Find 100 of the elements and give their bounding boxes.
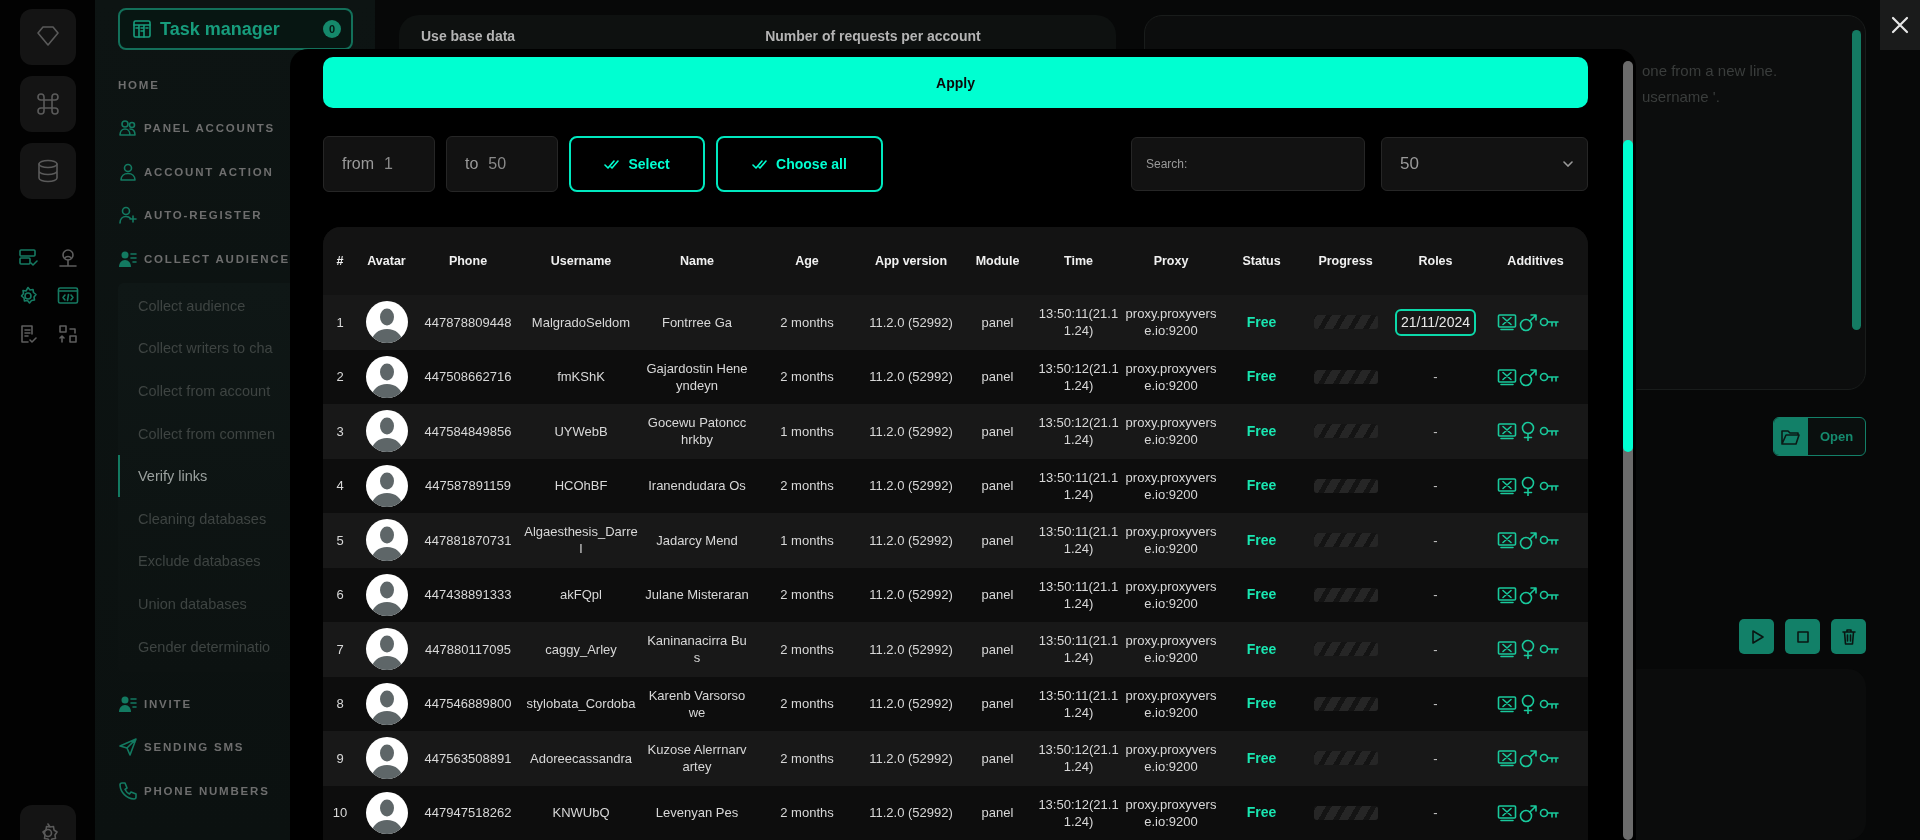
open-button[interactable]: Open: [1773, 417, 1866, 456]
swap-squares-icon[interactable]: [57, 324, 78, 344]
table-cell-text: 11.2.0 (52992): [868, 368, 954, 386]
table-cell: -: [1433, 749, 1438, 767]
code-window-icon[interactable]: [56, 286, 79, 306]
delete-button[interactable]: [1831, 619, 1866, 654]
page-size-dropdown[interactable]: 50: [1381, 137, 1588, 191]
column-header[interactable]: Phone: [416, 254, 520, 268]
range-from-field[interactable]: from 1: [323, 136, 435, 192]
table-cell-text: Kaninanacirra Bus: [646, 632, 748, 667]
column-header[interactable]: Age: [752, 254, 862, 268]
avatar-silhouette-icon: [365, 791, 408, 834]
menu-item[interactable]: INVITE: [144, 697, 192, 710]
table-cell-text: 13:50:12(21.11.24): [1037, 741, 1120, 776]
stop-button[interactable]: [1785, 619, 1820, 654]
table-cell-text: HCOhBF: [553, 477, 609, 495]
status-text: Free: [1245, 640, 1278, 658]
select-button[interactable]: Select: [569, 136, 705, 192]
table-cell-text: 2 months: [779, 368, 835, 386]
menu-item[interactable]: PANEL ACCOUNTS: [144, 122, 276, 135]
column-header[interactable]: Avatar: [357, 254, 416, 268]
table-cell-text: 13:50:11(21.11.24): [1037, 577, 1120, 612]
table-cell-text: 447563508891: [423, 749, 513, 767]
column-header[interactable]: Username: [520, 254, 642, 268]
table-cell-text: panel: [980, 531, 1015, 549]
table-cell-text: panel: [980, 313, 1015, 331]
table-cell-text: 2 months: [779, 804, 835, 822]
user-icon: [118, 161, 138, 182]
crossed-screen-icon: [1497, 640, 1517, 659]
table-cell-text: akFQpl: [559, 586, 603, 604]
table-cell-text: proxy.proxyverse.io:9200: [1124, 577, 1218, 612]
table-cell-text: 447881870731: [423, 531, 513, 549]
key-icon: [1539, 315, 1559, 330]
table-cell-text: 13:50:12(21.11.24): [1037, 795, 1120, 830]
user-plus-icon: [118, 205, 138, 226]
key-icon: [1539, 424, 1559, 439]
table-cell-text: 447438891333: [423, 586, 513, 604]
menu-item[interactable]: COLLECT AUDIENCE: [144, 252, 290, 265]
scrollbar-thumb[interactable]: [1623, 140, 1633, 452]
column-header[interactable]: Proxy: [1122, 254, 1220, 268]
number-input[interactable]: 50: [488, 155, 539, 173]
table-cell-text: 13:50:11(21.11.24): [1037, 686, 1120, 721]
table-cell-text: fmKShK: [556, 368, 606, 386]
crossed-screen-icon: [1497, 694, 1517, 713]
command-key-icon[interactable]: [19, 76, 76, 132]
table-cell-text: 2: [335, 368, 345, 386]
server-check-icon[interactable]: [17, 248, 38, 268]
table-cell-text: Iranendudara Os: [647, 477, 747, 495]
table-cell-text: Gocewu Patoncchrkby: [646, 414, 748, 449]
menu-item[interactable]: SENDING SMS: [144, 741, 245, 754]
table-cell-text: 8: [335, 695, 345, 713]
progress-track: [1313, 587, 1378, 602]
range-to-field[interactable]: to 50: [446, 136, 558, 192]
users-icon: [118, 118, 138, 139]
column-header[interactable]: Additives: [1483, 254, 1588, 268]
kanban-board-icon: [132, 19, 152, 39]
avatar-silhouette-icon: [365, 737, 408, 780]
search-field[interactable]: Search:: [1131, 137, 1365, 191]
table-cell-text: 13:50:11(21.11.24): [1037, 305, 1120, 340]
avatar-silhouette-icon: [365, 519, 408, 562]
menu-heading[interactable]: HOME: [118, 78, 160, 91]
progress-track: [1313, 805, 1378, 820]
column-header[interactable]: Status: [1220, 254, 1303, 268]
play-button[interactable]: [1739, 619, 1774, 654]
apply-button[interactable]: Apply: [323, 57, 1588, 108]
table-cell: -: [1433, 586, 1438, 604]
column-header[interactable]: Time: [1035, 254, 1122, 268]
table-cell-text: Julane Misteraran: [644, 586, 750, 604]
column-header[interactable]: Progress: [1303, 254, 1388, 268]
avatar-silhouette-icon: [365, 301, 408, 344]
menu-item[interactable]: ACCOUNT ACTION: [144, 165, 274, 178]
menu-item[interactable]: AUTO-REGISTER: [144, 209, 263, 222]
number-input[interactable]: 1: [384, 155, 434, 173]
table-cell-text: panel: [980, 368, 1015, 386]
table-cell-text: 11.2.0 (52992): [868, 531, 954, 549]
column-header[interactable]: Roles: [1388, 254, 1483, 268]
crossed-screen-icon: [1497, 531, 1517, 550]
user-pin-icon[interactable]: [57, 248, 78, 268]
table-cell-text: proxy.proxyverse.io:9200: [1124, 523, 1218, 558]
close-button[interactable]: [1880, 0, 1920, 50]
stop-icon: [1794, 628, 1811, 645]
table-cell: -: [1433, 422, 1438, 440]
crossed-screen-icon: [1497, 803, 1517, 822]
choose-all-button[interactable]: Choose all: [716, 136, 883, 192]
table-cell-text: 447584849856: [423, 422, 513, 440]
table-cell-text: 11.2.0 (52992): [868, 586, 954, 604]
menu-item[interactable]: PHONE NUMBERS: [144, 784, 270, 797]
column-header[interactable]: Name: [642, 254, 752, 268]
key-icon: [1539, 751, 1559, 766]
table-cell: -: [1433, 477, 1438, 495]
scrollbar[interactable]: [1623, 61, 1633, 840]
database-icon[interactable]: [19, 143, 76, 199]
column-header[interactable]: #: [323, 254, 357, 268]
column-header[interactable]: App version: [862, 254, 960, 268]
avatar-silhouette-icon: [365, 355, 408, 398]
column-header[interactable]: Module: [960, 254, 1035, 268]
scrollbar[interactable]: [1852, 30, 1861, 330]
trash-icon: [1840, 627, 1857, 646]
close-icon: [1891, 16, 1909, 34]
task-manager-button[interactable]: Task manager 0: [118, 8, 353, 50]
